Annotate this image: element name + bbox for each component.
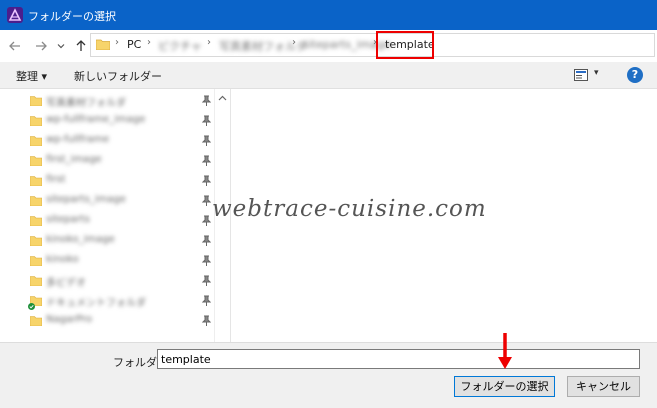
tree-item[interactable]: ドキュメントフォルダ (0, 292, 213, 310)
address-bar[interactable]: › PC › ピクチャ › 写真素材フォルダ › siteparts_image… (90, 33, 655, 57)
cancel-button[interactable]: キャンセル (567, 376, 640, 397)
pin-icon (202, 135, 211, 146)
tree-item[interactable]: 写真素材フォルダ (0, 92, 213, 110)
view-details-icon (574, 69, 588, 81)
folder-icon (30, 256, 42, 266)
crumb-separator: › (207, 37, 211, 48)
tree-item-label: siteparts (46, 214, 90, 225)
tree-item-label: ドキュメントフォルダ (46, 298, 146, 309)
pin-icon (202, 235, 211, 246)
back-button[interactable] (6, 37, 24, 55)
forward-button[interactable] (32, 37, 50, 55)
folder-icon (30, 276, 42, 286)
folder-icon (30, 216, 42, 226)
toolbar: 整理 ▾ 新しいフォルダー ▾ ? (0, 62, 657, 89)
view-menu-arrow: ▾ (594, 68, 599, 78)
tree-item[interactable]: wp-fullframe (0, 132, 213, 150)
folder-icon (30, 176, 42, 186)
pin-icon (202, 275, 211, 286)
tree-item[interactable]: kinoko_image (0, 232, 213, 250)
history-dropdown[interactable] (55, 37, 67, 55)
tree-item[interactable]: wp-fullframe_image (0, 112, 213, 130)
pin-icon (202, 155, 211, 166)
tree-item-label: 写真素材フォルダ (46, 98, 126, 109)
tree-item[interactable]: 多ビデオ (0, 272, 213, 290)
tree-item-label: wp-fullframe_image (46, 114, 146, 125)
affinity-app-icon (7, 7, 23, 23)
folder-icon (30, 96, 42, 106)
folder-icon (30, 136, 42, 146)
tree-item-label: kinoko (46, 254, 79, 265)
tree-item-label: NagarPro (46, 314, 93, 325)
tree-item[interactable]: siteparts_image (0, 192, 213, 210)
pin-icon (202, 215, 211, 226)
pin-icon (202, 175, 211, 186)
help-icon[interactable]: ? (627, 67, 643, 83)
tree-item[interactable]: kinoko (0, 252, 213, 270)
folder-icon (30, 236, 42, 246)
arrow-up-icon (76, 40, 86, 51)
tree-item-label: wp-fullframe (46, 134, 110, 145)
tree-item[interactable]: first_image (0, 152, 213, 170)
folder-icon (96, 39, 110, 50)
pin-icon (202, 95, 211, 106)
highlight-box (376, 31, 434, 59)
tree-item-label: siteparts_image (46, 194, 126, 205)
folder-name-input[interactable]: template (157, 349, 640, 369)
title-bar: フォルダーの選択 (0, 0, 657, 30)
view-options-button[interactable]: ▾ (574, 68, 606, 82)
sync-check-icon (28, 303, 35, 310)
pin-icon (202, 295, 211, 306)
tree-item[interactable]: NagarPro (0, 312, 213, 330)
folder-icon (30, 196, 42, 206)
up-button[interactable] (72, 37, 90, 55)
new-folder-button[interactable]: 新しいフォルダー (74, 68, 162, 84)
tree-item[interactable]: first (0, 172, 213, 190)
tree-item-label: first_image (46, 154, 102, 165)
folder-icon (30, 116, 42, 126)
pin-icon (202, 255, 211, 266)
crumb-separator: › (292, 37, 296, 48)
red-arrow-icon (498, 333, 512, 369)
arrow-left-icon (9, 41, 20, 51)
scroll-up-icon[interactable] (218, 95, 227, 101)
watermark-text: webtrace-cuisine.com (212, 196, 487, 222)
crumb-separator: › (147, 37, 151, 48)
crumb-separator: › (115, 37, 119, 48)
crumb-pc[interactable]: PC (127, 38, 141, 51)
folder-icon (30, 156, 42, 166)
folder-icon (30, 316, 42, 326)
tree-item[interactable]: siteparts (0, 212, 213, 230)
pin-icon (202, 195, 211, 206)
tree-item-label: first (46, 174, 66, 185)
arrow-right-icon (36, 41, 47, 51)
window-title: フォルダーの選択 (28, 10, 116, 23)
tree-item-label: 多ビデオ (46, 278, 86, 289)
pin-icon (202, 115, 211, 126)
select-folder-button[interactable]: フォルダーの選択 (454, 376, 555, 397)
folder-name-value: template (161, 353, 211, 366)
crumb-pictures[interactable]: ピクチャ (158, 38, 202, 54)
organize-menu[interactable]: 整理 ▾ (16, 68, 47, 84)
tree-item-label: kinoko_image (46, 234, 115, 245)
navigation-tree: 写真素材フォルダ wp-fullframe_image wp-fullframe… (0, 89, 230, 342)
chevron-down-icon (57, 44, 65, 49)
bottom-panel: フォルダー: template フォルダーの選択 キャンセル (0, 342, 657, 408)
pin-icon (202, 315, 211, 326)
